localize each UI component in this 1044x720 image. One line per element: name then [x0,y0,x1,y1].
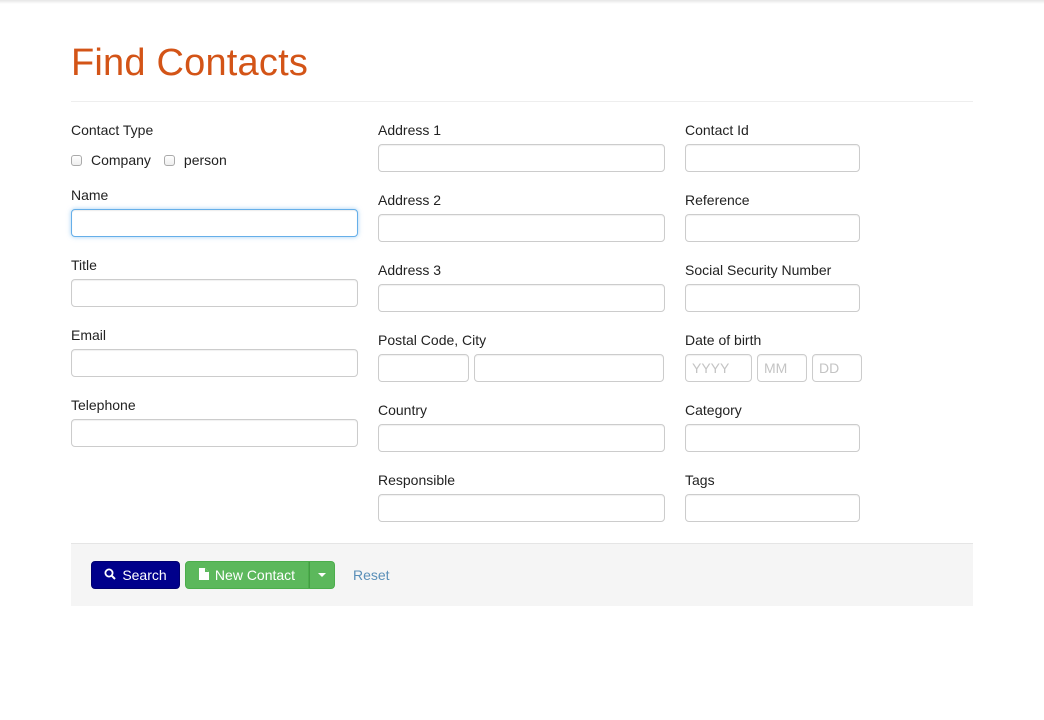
address2-label: Address 2 [378,192,442,208]
title-field: Title [71,256,358,325]
category-label: Category [685,402,742,418]
page-title: Find Contacts [71,42,309,84]
postal-city-field: Postal Code, City [378,331,665,400]
name-input[interactable] [71,209,358,237]
name-field: Name [71,186,358,255]
address2-input[interactable] [378,214,665,242]
email-field: Email [71,326,358,395]
country-label: Country [378,402,428,418]
city-input[interactable] [474,354,664,382]
file-icon [198,567,209,583]
address1-input[interactable] [378,144,665,172]
dob-day-input[interactable] [812,354,862,382]
ssn-field: Social Security Number [685,261,860,330]
telephone-label: Telephone [71,397,136,413]
postal-city-label: Postal Code, City [378,332,487,348]
new-contact-dropdown-toggle[interactable] [309,561,335,589]
tags-label: Tags [685,472,715,488]
tags-field: Tags [685,471,860,540]
country-field: Country [378,401,665,470]
contact-id-field: Contact Id [685,121,860,190]
person-checkbox-label: person [183,152,227,168]
telephone-input[interactable] [71,419,358,447]
column-3: Contact Id Reference Social Security Num… [685,120,862,540]
company-checkbox-box[interactable] [71,154,82,166]
reference-label: Reference [685,192,750,208]
person-checkbox[interactable]: person [163,152,227,168]
dob-year-input[interactable] [685,354,752,382]
dob-field: Date of birth [685,331,862,400]
title-divider [71,101,973,102]
title-label: Title [71,257,97,273]
contact-id-label: Contact Id [685,122,749,138]
contact-type-label: Contact Type [71,122,154,138]
top-shadow [0,0,1044,4]
search-icon [104,567,117,583]
postal-code-input[interactable] [378,354,469,382]
person-checkbox-box[interactable] [163,154,175,166]
email-label: Email [71,327,107,343]
country-input[interactable] [378,424,665,452]
dob-label: Date of birth [685,332,762,348]
caret-down-icon [318,573,326,577]
new-contact-button-label: New Contact [214,567,296,583]
company-checkbox-label: Company [91,152,151,168]
address1-field: Address 1 [378,121,665,190]
address3-input[interactable] [378,284,665,312]
form-actions: Search New Contact Reset [71,543,973,606]
responsible-input[interactable] [378,494,665,522]
address1-label: Address 1 [378,122,442,138]
reference-input[interactable] [685,214,860,242]
title-input[interactable] [71,279,358,307]
search-button[interactable]: Search [91,561,180,589]
contact-id-input[interactable] [685,144,860,172]
category-field: Category [685,401,860,470]
address2-field: Address 2 [378,191,665,260]
category-input[interactable] [685,424,860,452]
column-1: Contact Type Company person Name Title E… [71,120,358,465]
ssn-label: Social Security Number [685,262,832,278]
responsible-field: Responsible [378,471,665,540]
reset-link[interactable]: Reset [353,567,390,583]
tags-input[interactable] [685,494,860,522]
column-2: Address 1 Address 2 Address 3 Postal Cod… [378,120,665,540]
name-label: Name [71,187,109,203]
ssn-input[interactable] [685,284,860,312]
search-button-label: Search [122,567,167,583]
address3-label: Address 3 [378,262,442,278]
contact-type-field: Contact Type Company person [71,121,358,185]
address3-field: Address 3 [378,261,665,330]
telephone-field: Telephone [71,396,358,465]
new-contact-button[interactable]: New Contact [185,561,309,589]
new-contact-button-group: New Contact [185,561,335,589]
reference-field: Reference [685,191,860,260]
email-input[interactable] [71,349,358,377]
company-checkbox[interactable]: Company [71,152,151,168]
responsible-label: Responsible [378,472,456,488]
dob-month-input[interactable] [757,354,807,382]
